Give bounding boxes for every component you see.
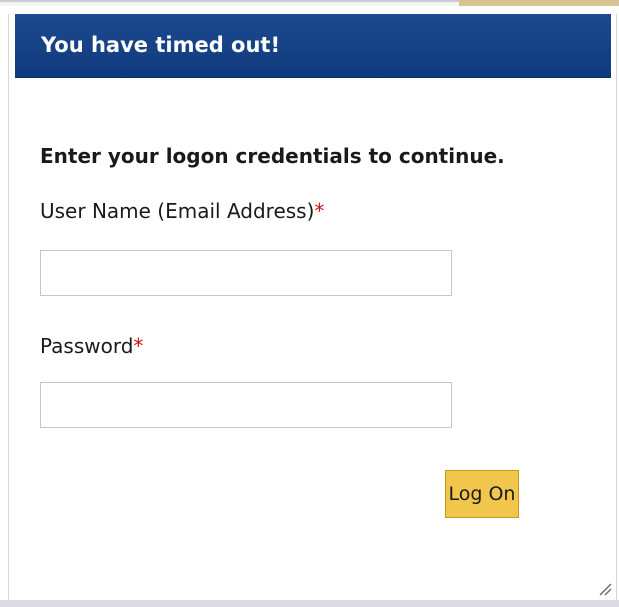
username-input[interactable] bbox=[40, 250, 452, 296]
instruction-text: Enter your logon credentials to continue… bbox=[40, 144, 505, 168]
top-accent-bar bbox=[459, 0, 619, 6]
timeout-dialog: You have timed out! Enter your logon cre… bbox=[8, 14, 617, 600]
username-label-row: User Name (Email Address)* bbox=[40, 199, 324, 223]
password-input[interactable] bbox=[40, 382, 452, 428]
background-bottom-strip bbox=[0, 600, 619, 607]
resize-grip-icon[interactable] bbox=[596, 580, 612, 596]
required-marker: * bbox=[314, 199, 325, 223]
dialog-titlebar[interactable]: You have timed out! bbox=[15, 14, 611, 78]
background-top-strip bbox=[0, 0, 619, 6]
logon-button[interactable]: Log On bbox=[445, 470, 519, 518]
dialog-title: You have timed out! bbox=[41, 33, 281, 57]
password-label-row: Password* bbox=[40, 334, 143, 358]
password-label: Password bbox=[40, 334, 134, 358]
required-marker: * bbox=[133, 334, 144, 358]
username-label: User Name (Email Address) bbox=[40, 199, 315, 223]
